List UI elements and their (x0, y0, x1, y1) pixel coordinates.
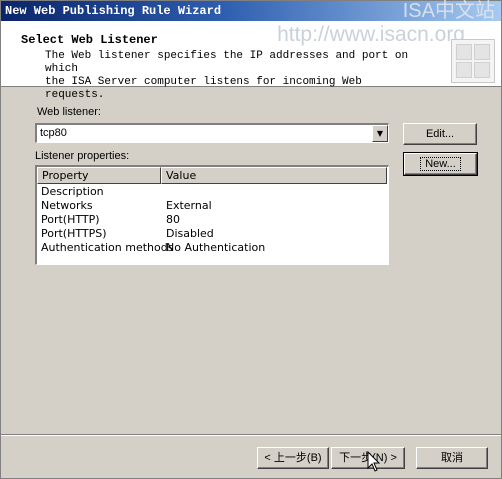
footer-divider (1, 434, 501, 436)
property-name: Port(HTTPS) (41, 227, 107, 240)
property-name: Networks (41, 199, 93, 212)
property-name: Description (41, 185, 104, 198)
column-header-property[interactable]: Property (37, 167, 161, 184)
list-item[interactable]: Authentication methods No Authentication (37, 241, 387, 255)
property-value: External (166, 199, 212, 212)
web-listener-value: tcp80 (40, 127, 67, 139)
chevron-down-icon[interactable]: ▼ (372, 125, 388, 142)
watermark-logo: ISA中文站 (402, 0, 495, 22)
wizard-window: New Web Publishing Rule Wizard ISA中文站 Se… (0, 0, 502, 479)
list-header: Property Value (37, 167, 387, 184)
listener-properties-list[interactable]: Property Value Description Networks Exte… (35, 165, 389, 265)
edit-button[interactable]: Edit... (403, 123, 477, 145)
title-bar[interactable]: New Web Publishing Rule Wizard ISA中文站 (1, 1, 501, 21)
list-item[interactable]: Networks External (37, 199, 387, 213)
cancel-button[interactable]: 取消 (416, 447, 488, 469)
mouse-pointer-icon (367, 451, 381, 472)
page-description: The Web listener specifies the IP addres… (45, 50, 425, 102)
web-listener-label: Web listener: (37, 106, 101, 118)
back-button[interactable]: < 上一步(B) (257, 447, 329, 469)
edit-button-label: Edit... (425, 128, 455, 140)
property-name: Port(HTTP) (41, 213, 100, 226)
description-line-2: the ISA Server computer listens for inco… (45, 76, 362, 101)
column-header-value[interactable]: Value (161, 167, 387, 184)
web-listener-dropdown[interactable]: tcp80 ▼ (35, 123, 389, 143)
page-title: Select Web Listener (21, 33, 158, 47)
list-item[interactable]: Port(HTTP) 80 (37, 213, 387, 227)
description-line-1: The Web listener specifies the IP addres… (45, 50, 409, 75)
cancel-button-label: 取消 (441, 452, 463, 464)
new-button[interactable]: New... (403, 152, 478, 176)
property-value: Disabled (166, 227, 214, 240)
window-title: New Web Publishing Rule Wizard (5, 4, 222, 18)
list-item[interactable]: Description (37, 185, 387, 199)
back-button-label: < 上一步(B) (264, 452, 322, 464)
list-item[interactable]: Port(HTTPS) Disabled (37, 227, 387, 241)
wizard-graphic-icon (451, 39, 495, 83)
property-value: 80 (166, 213, 180, 226)
listener-properties-label: Listener properties: (35, 150, 130, 162)
watermark-url: http://www.isacn.org (277, 23, 465, 46)
property-value: No Authentication (166, 241, 266, 254)
new-button-label: New... (420, 157, 461, 171)
wizard-header: Select Web Listener http://www.isacn.org… (1, 21, 501, 101)
property-name: Authentication methods (41, 241, 174, 254)
